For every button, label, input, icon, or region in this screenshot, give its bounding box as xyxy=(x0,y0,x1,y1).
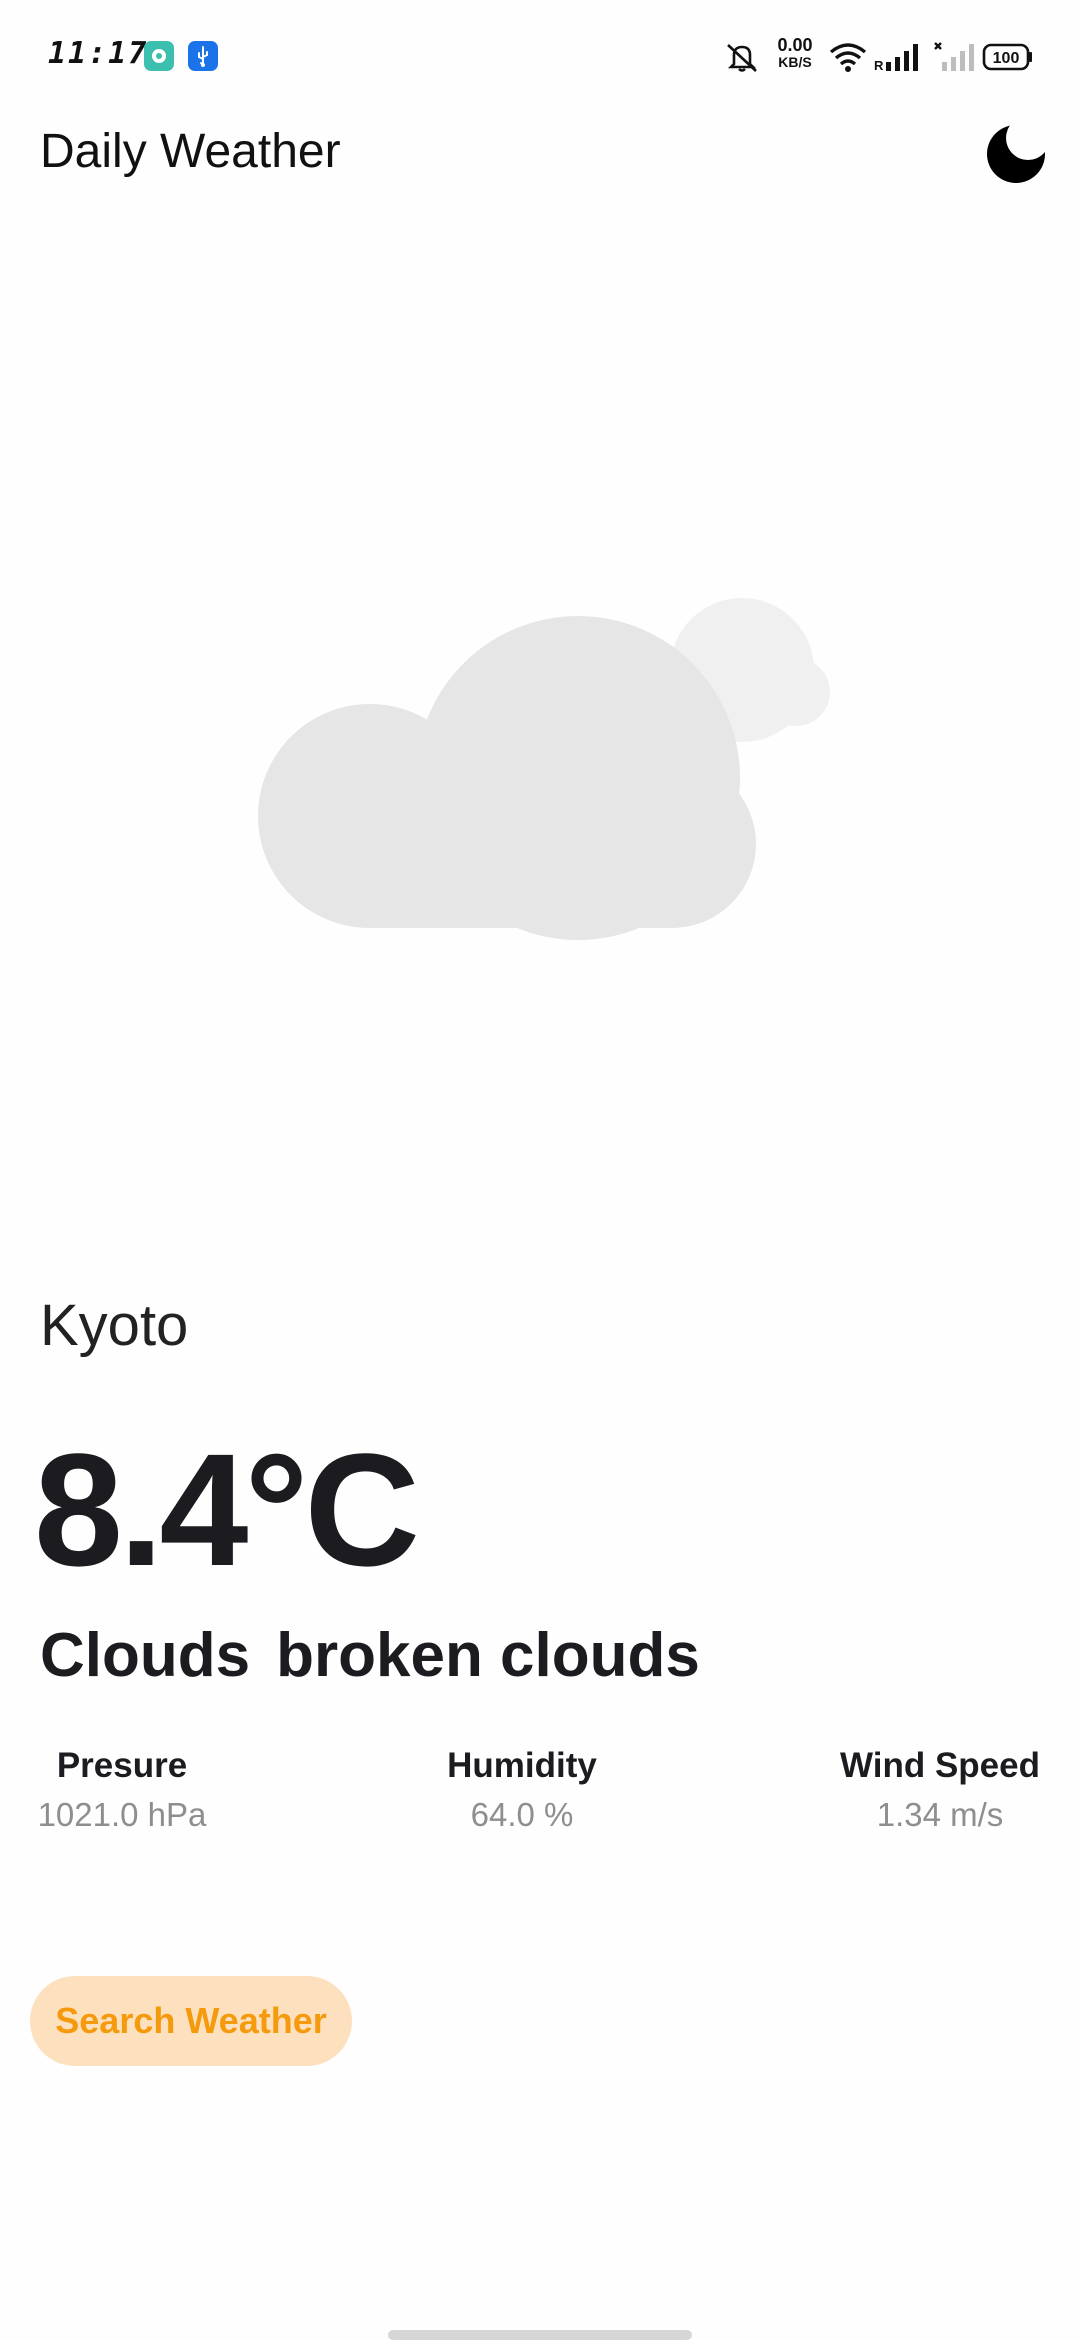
signal-no-service-icon xyxy=(932,40,976,84)
usb-icon xyxy=(188,41,218,71)
pressure-value: 1021.0 hPa xyxy=(37,1796,207,1833)
status-bar: 11:17 0.00 KB/S R 100 xyxy=(0,0,1080,112)
condition-description: broken clouds xyxy=(276,1621,700,1690)
mute-icon xyxy=(722,40,762,84)
search-weather-button[interactable]: Search Weather xyxy=(30,1976,352,2066)
chat-notification-icon xyxy=(144,41,174,71)
humidity-value: 64.0 % xyxy=(470,1796,574,1833)
screen: 11:17 0.00 KB/S R 100 Daily Weather Kyot… xyxy=(0,0,1080,2340)
cloudy-icon xyxy=(240,570,860,950)
theme-toggle-button[interactable] xyxy=(984,120,1048,184)
front-cloud-shape xyxy=(258,616,756,940)
wind-speed-value: 1.34 m/s xyxy=(876,1796,1004,1833)
signal-icon: R xyxy=(872,40,926,84)
network-speed-value: 0.00 xyxy=(777,35,813,55)
humidity-label: Humidity xyxy=(447,1746,597,1785)
app-title: Daily Weather xyxy=(40,125,341,178)
moon-icon xyxy=(987,125,1045,183)
pressure-stat: Presure 1021.0 hPa xyxy=(22,1746,222,1834)
wind-speed-stat: Wind Speed 1.34 m/s xyxy=(830,1746,1050,1834)
status-time: 11:17 xyxy=(48,36,149,71)
roaming-label: R xyxy=(874,58,884,73)
battery-icon: 100 xyxy=(982,42,1034,86)
wifi-icon xyxy=(828,40,868,84)
network-speed: 0.00 KB/S xyxy=(770,36,820,80)
city-name: Kyoto xyxy=(40,1293,189,1358)
wind-speed-label: Wind Speed xyxy=(840,1746,1040,1785)
temperature: 8.4°C xyxy=(34,1420,420,1599)
main-condition: Clouds xyxy=(40,1621,251,1690)
network-speed-unit: KB/S xyxy=(778,54,812,70)
battery-level: 100 xyxy=(993,50,1020,67)
pressure-label: Presure xyxy=(56,1746,188,1785)
humidity-stat: Humidity 64.0 % xyxy=(422,1746,622,1834)
navigation-handle[interactable] xyxy=(388,2330,692,2340)
weather-conditions: Clouds broken clouds xyxy=(40,1620,700,1691)
